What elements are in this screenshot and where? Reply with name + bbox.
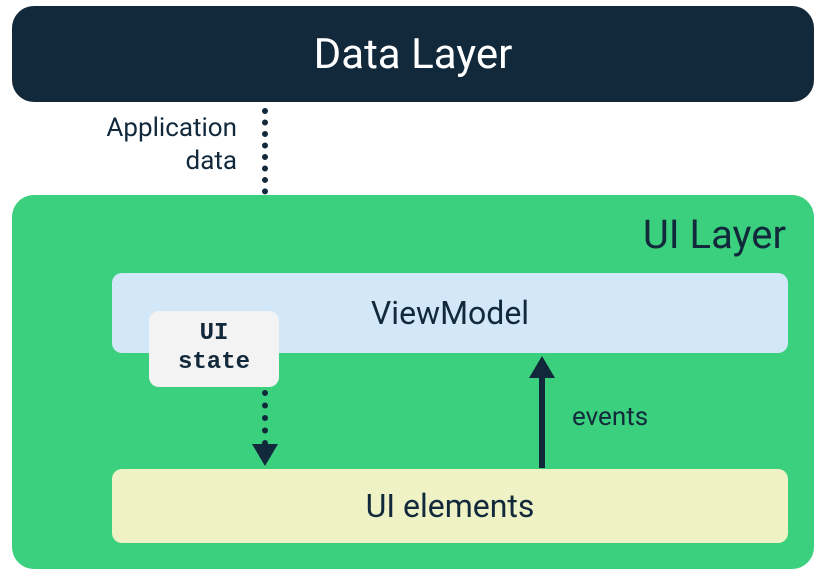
ui-elements-box: UI elements <box>112 469 788 543</box>
ui-layer-box: UI Layer ViewModel UIstate UI elements e… <box>12 195 814 569</box>
arrow-dotted-line-middle <box>262 390 268 446</box>
arrow-up-icon <box>529 356 555 378</box>
viewmodel-label: ViewModel <box>371 294 529 332</box>
ui-state-badge: UIstate <box>149 311 279 387</box>
ui-state-label: UIstate <box>178 320 250 378</box>
data-layer-box: Data Layer <box>12 6 814 102</box>
events-label: events <box>572 402 648 432</box>
arrow-solid-line-up <box>539 376 545 468</box>
ui-layer-label: UI Layer <box>643 211 786 258</box>
arrow-down-middle-icon <box>252 444 278 466</box>
ui-elements-label: UI elements <box>366 487 535 525</box>
application-data-label: Applicationdata <box>82 112 237 177</box>
data-layer-label: Data Layer <box>314 30 513 79</box>
